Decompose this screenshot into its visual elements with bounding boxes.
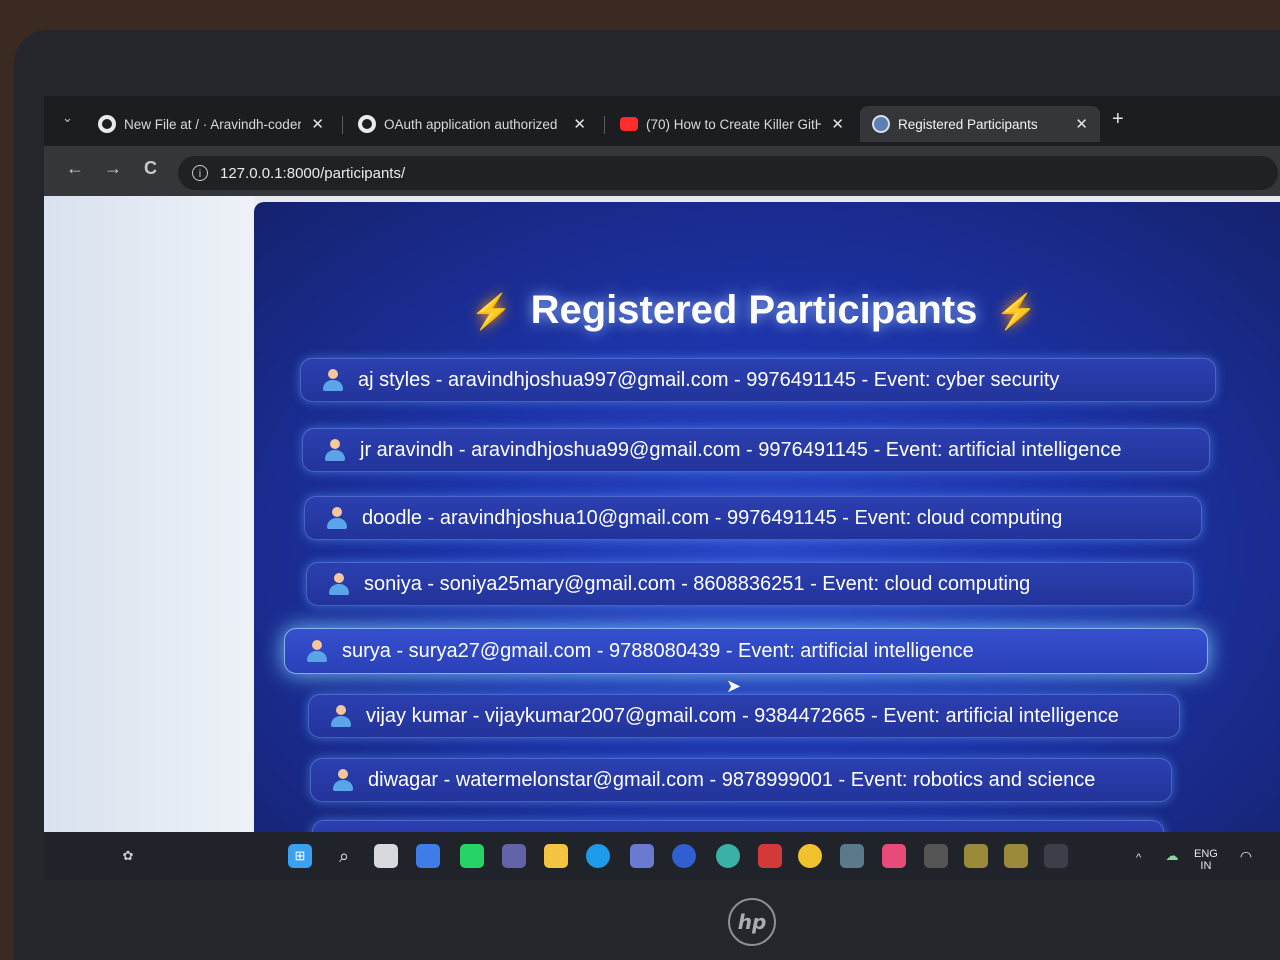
person-icon [322, 369, 344, 391]
tab-search-dropdown[interactable]: ⌄ [62, 110, 73, 126]
participant-row[interactable]: aj styles - aravindhjoshua997@gmail.com … [300, 358, 1216, 402]
tab-divider [604, 116, 605, 134]
lightning-icon: ⚡ [470, 293, 513, 331]
language-code: ENG [1194, 848, 1218, 860]
onedrive-icon[interactable]: ☁ [1160, 844, 1184, 868]
edge-icon[interactable] [586, 844, 610, 868]
lightning-icon: ⚡ [995, 293, 1038, 331]
tray-overflow-chevron-icon[interactable]: ^ [1136, 852, 1141, 864]
participant-text: soniya - soniya25mary@gmail.com - 860883… [364, 572, 1031, 595]
wifi-icon[interactable]: ◠ [1234, 844, 1258, 868]
participant-row[interactable]: vijay kumar - vijaykumar2007@gmail.com -… [308, 694, 1180, 738]
person-icon [306, 640, 328, 662]
github-desktop-icon[interactable] [924, 844, 948, 868]
participant-row[interactable]: jr aravindh - aravindhjoshua99@gmail.com… [302, 428, 1210, 472]
new-tab-button[interactable]: + [1112, 108, 1124, 131]
hp-logo: hp [728, 898, 776, 946]
globe-icon [872, 115, 890, 133]
page-background [44, 196, 254, 836]
terminal-icon[interactable] [1044, 844, 1068, 868]
region-code: IN [1200, 860, 1212, 872]
hp-app-icon[interactable] [672, 844, 696, 868]
tab-label: OAuth application authorized [384, 116, 558, 132]
file-explorer-icon[interactable] [544, 844, 568, 868]
tab-strip: ⌄ New File at / · Aravindh-coder/ ✕ OAut… [44, 96, 1280, 146]
person-icon [332, 769, 354, 791]
address-bar[interactable]: i 127.0.0.1:8000/participants/ [178, 156, 1278, 190]
store-icon[interactable] [630, 844, 654, 868]
site-info-icon[interactable]: i [192, 165, 208, 181]
participant-text: doodle - aravindhjoshua10@gmail.com - 99… [362, 506, 1063, 529]
instagram-icon[interactable] [882, 844, 906, 868]
weather-widget-icon[interactable]: ✿ [116, 844, 140, 868]
close-icon[interactable]: ✕ [1075, 115, 1088, 133]
tab-label: Registered Participants [898, 116, 1038, 132]
tab-youtube[interactable]: (70) How to Create Killer GitHu ✕ [608, 106, 856, 142]
participant-text: vijay kumar - vijaykumar2007@gmail.com -… [366, 704, 1119, 727]
app-icon[interactable] [716, 844, 740, 868]
python-idle-icon[interactable] [840, 844, 864, 868]
mouse-cursor-icon: ➤ [726, 676, 742, 696]
person-icon [324, 439, 346, 461]
forward-button[interactable]: → [104, 158, 122, 179]
windows-start-icon[interactable]: ⊞ [288, 844, 312, 868]
tab-divider [342, 116, 343, 134]
participant-text: diwagar - watermelonstar@gmail.com - 987… [368, 768, 1096, 791]
language-indicator[interactable]: ENG IN [1194, 848, 1218, 872]
taskbar [44, 832, 1280, 880]
youtube-icon [620, 117, 638, 131]
tab-new-file[interactable]: New File at / · Aravindh-coder/ ✕ [86, 106, 336, 142]
copilot-icon[interactable] [416, 844, 440, 868]
person-icon [328, 573, 350, 595]
page-title-wrap: ⚡ Registered Participants ⚡ [254, 288, 1254, 333]
task-view-icon[interactable] [374, 844, 398, 868]
tab-label: New File at / · Aravindh-coder/ [124, 116, 302, 132]
page-title: Registered Participants [530, 288, 978, 332]
person-icon [326, 507, 348, 529]
participant-text: surya - surya27@gmail.com - 9788080439 -… [342, 639, 974, 662]
reload-button[interactable]: C [144, 158, 157, 179]
participant-row[interactable]: soniya - soniya25mary@gmail.com - 860883… [306, 562, 1194, 606]
participant-row[interactable]: doodle - aravindhjoshua10@gmail.com - 99… [304, 496, 1202, 540]
tab-registered-participants[interactable]: Registered Participants ✕ [860, 106, 1100, 142]
git-icon[interactable] [964, 844, 988, 868]
teams-icon[interactable] [502, 844, 526, 868]
search-icon[interactable]: ⌕ [332, 844, 356, 868]
whatsapp-icon[interactable] [460, 844, 484, 868]
participant-row-hovered[interactable]: surya - surya27@gmail.com - 9788080439 -… [284, 628, 1208, 674]
url-text: 127.0.0.1:8000/participants/ [220, 164, 406, 182]
person-icon [330, 705, 352, 727]
tab-label: (70) How to Create Killer GitHu [646, 116, 822, 132]
back-button[interactable]: ← [66, 158, 84, 179]
github-icon [358, 115, 376, 133]
close-icon[interactable]: ✕ [311, 115, 324, 133]
participant-row[interactable]: diwagar - watermelonstar@gmail.com - 987… [310, 758, 1172, 802]
mcafee-icon[interactable] [758, 844, 782, 868]
page-viewport: ⚡ Registered Participants ⚡ aj styles - ar… [44, 196, 1280, 864]
screen: ⌄ New File at / · Aravindh-coder/ ✕ OAut… [44, 96, 1280, 880]
chrome-icon[interactable] [798, 844, 822, 868]
participant-text: jr aravindh - aravindhjoshua99@gmail.com… [360, 438, 1122, 461]
participant-text: aj styles - aravindhjoshua997@gmail.com … [358, 368, 1060, 391]
git-bash-icon[interactable] [1004, 844, 1028, 868]
close-icon[interactable]: ✕ [831, 115, 844, 133]
participants-panel: ⚡ Registered Participants ⚡ aj styles - ar… [254, 202, 1280, 864]
close-icon[interactable]: ✕ [573, 115, 586, 133]
github-icon [98, 115, 116, 133]
tab-oauth[interactable]: OAuth application authorized ✕ [346, 106, 598, 142]
